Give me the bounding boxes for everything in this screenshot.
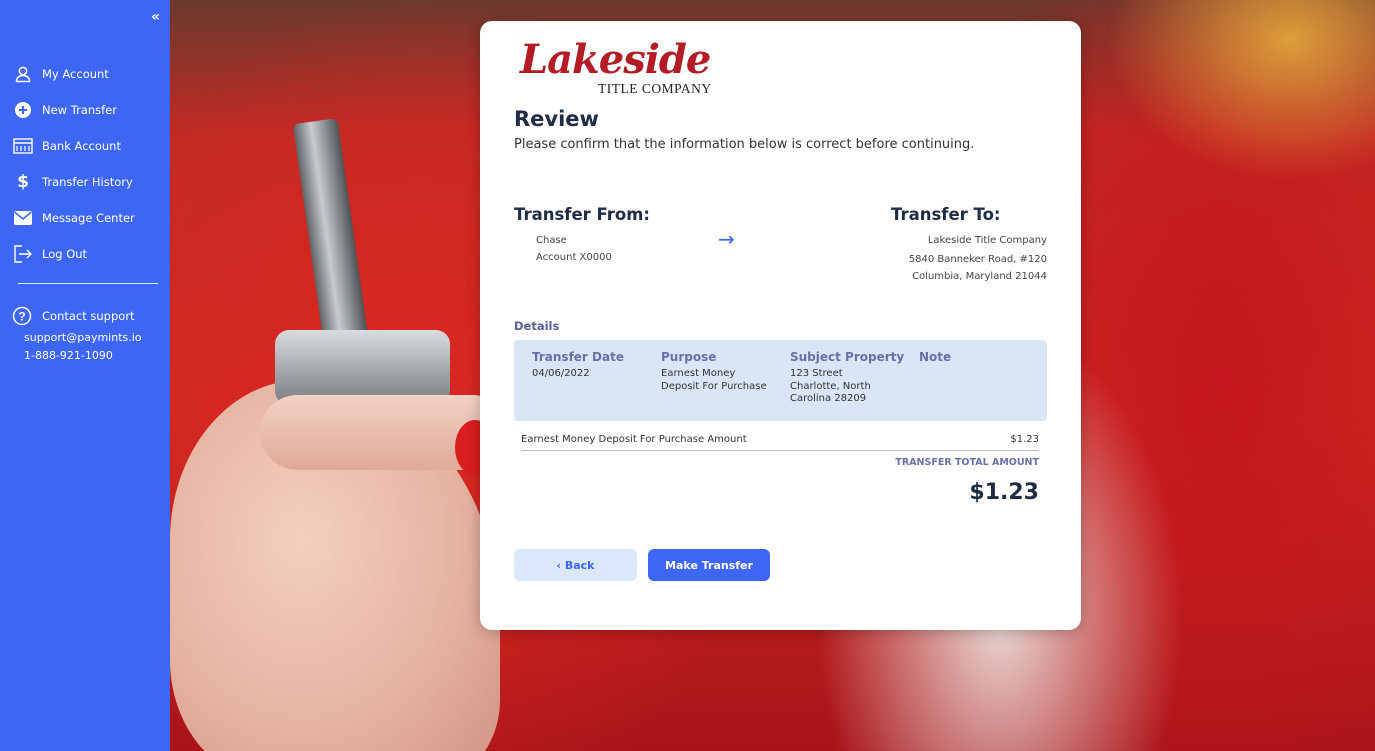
logo-script: Lakeside	[520, 36, 711, 83]
collapse-sidebar-icon[interactable]: «	[151, 10, 160, 24]
sidebar-item-log-out[interactable]: Log Out	[12, 236, 162, 272]
logo-subtitle: TITLE COMPANY	[598, 81, 712, 96]
transfer-from-details: Chase Account X0000	[536, 232, 612, 266]
details-heading: Details	[514, 319, 560, 333]
back-button[interactable]: ‹ Back	[514, 549, 637, 581]
lakeside-logo: Lakeside TITLE COMPANY	[520, 37, 730, 103]
sidebar-nav: My Account New Transfer Bank Account $ T…	[12, 56, 162, 272]
details-column-transfer-date: Transfer Date 04/06/2022	[532, 350, 652, 381]
sidebar-item-transfer-history[interactable]: $ Transfer History	[12, 164, 162, 200]
sidebar-item-label: Message Center	[42, 211, 135, 225]
column-header: Purpose	[661, 350, 717, 364]
support-section: ? Contact support support@paymints.io 1-…	[12, 303, 142, 365]
column-header: Note	[919, 350, 952, 364]
question-circle-icon: ?	[12, 306, 34, 326]
line-item-row: Earnest Money Deposit For Purchase Amoun…	[521, 434, 1039, 445]
bank-icon	[12, 135, 34, 157]
details-table: Transfer Date 04/06/2022 Purpose Earnest…	[514, 340, 1047, 421]
details-column-subject-property: Subject Property 123 Street Charlotte, N…	[790, 350, 905, 406]
sidebar-item-label: New Transfer	[42, 103, 117, 117]
sidebar-item-label: Log Out	[42, 247, 88, 261]
sidebar-item-message-center[interactable]: Message Center	[12, 200, 162, 236]
sidebar-item-bank-account[interactable]: Bank Account	[12, 128, 162, 164]
to-company-name: Lakeside Title Company	[927, 235, 1047, 246]
column-value: 04/06/2022	[532, 368, 590, 379]
transfer-from-heading: Transfer From:	[514, 205, 651, 224]
line-item-label: Earnest Money Deposit For Purchase Amoun…	[521, 434, 747, 445]
make-transfer-button[interactable]: Make Transfer	[648, 549, 770, 581]
to-city-state: Columbia, Maryland 21044	[912, 271, 1047, 282]
envelope-icon	[12, 207, 34, 229]
contact-support-link[interactable]: ? Contact support	[12, 303, 142, 329]
to-street: 5840 Banneker Road, #120	[908, 254, 1047, 265]
line-item-amount: $1.23	[1010, 434, 1039, 445]
page-title: Review	[514, 107, 599, 131]
transfer-to-details: Lakeside Title Company 5840 Banneker Roa…	[909, 232, 1047, 285]
svg-text:?: ?	[18, 310, 25, 324]
line-item-divider	[521, 450, 1039, 451]
user-icon	[12, 63, 34, 85]
contact-support-label: Contact support	[42, 309, 135, 323]
sidebar-item-my-account[interactable]: My Account	[12, 56, 162, 92]
support-phone[interactable]: 1-888-921-1090	[24, 347, 142, 365]
sidebar-item-label: Bank Account	[42, 139, 121, 153]
support-email[interactable]: support@paymints.io	[24, 329, 142, 347]
from-bank-name: Chase	[536, 235, 567, 246]
plus-circle-icon	[12, 99, 34, 121]
column-value: Earnest Money Deposit For Purchase	[661, 368, 767, 392]
arrow-right-icon: →	[718, 227, 735, 251]
total-label: TRANSFER TOTAL AMOUNT	[895, 457, 1039, 468]
column-value: 123 Street Charlotte, North Carolina 282…	[790, 368, 871, 404]
sidebar-item-new-transfer[interactable]: New Transfer	[12, 92, 162, 128]
logout-icon	[12, 243, 34, 265]
dollar-icon: $	[17, 172, 29, 192]
details-column-purpose: Purpose Earnest Money Deposit For Purcha…	[661, 350, 781, 393]
details-column-note: Note	[919, 350, 1029, 368]
review-card: Lakeside TITLE COMPANY Review Please con…	[480, 21, 1081, 630]
page-subtitle: Please confirm that the information belo…	[514, 137, 975, 152]
key-head-shape	[275, 330, 450, 405]
sidebar-item-label: My Account	[42, 67, 109, 81]
sidebar: « My Account New Transfer Bank Account $…	[0, 0, 170, 751]
total-amount: $1.23	[969, 480, 1039, 505]
sidebar-item-label: Transfer History	[42, 175, 133, 189]
sidebar-divider	[18, 283, 158, 284]
column-header: Subject Property	[790, 350, 905, 364]
transfer-to-heading: Transfer To:	[891, 205, 1001, 224]
column-header: Transfer Date	[532, 350, 624, 364]
from-account-number: Account X0000	[536, 252, 612, 263]
